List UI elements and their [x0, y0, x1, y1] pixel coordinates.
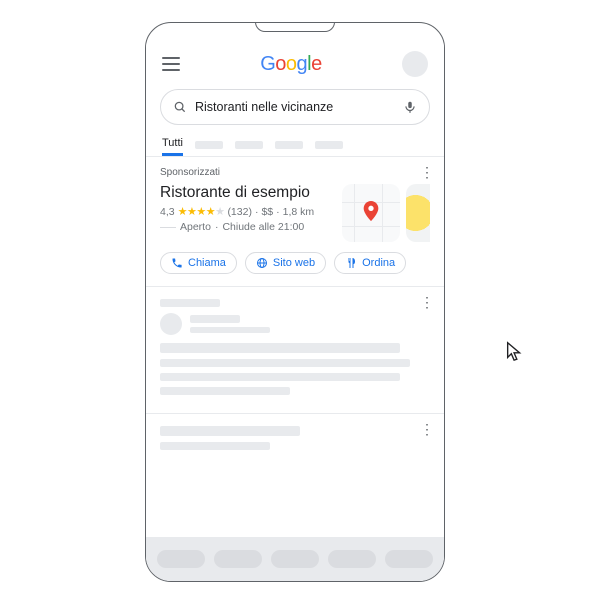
distance: 1,8 km — [283, 206, 315, 218]
tab-placeholder[interactable] — [275, 141, 303, 149]
decorative-dash — [160, 227, 176, 228]
website-button[interactable]: Sito web — [245, 252, 326, 274]
closes-text: Chiude alle 21:00 — [222, 221, 304, 233]
star-rating-icon: ★★★★★ — [178, 205, 225, 218]
tab-placeholder[interactable] — [195, 141, 223, 149]
website-label: Sito web — [273, 257, 315, 269]
search-tabs: Tutti — [146, 133, 444, 157]
search-query-text: Ristoranti nelle vicinanze — [195, 100, 395, 114]
map-thumbnail[interactable] — [342, 184, 400, 242]
phone-notch — [255, 22, 335, 32]
price-level: $$ — [261, 206, 273, 218]
tab-all[interactable]: Tutti — [162, 137, 183, 156]
separator-dot: · — [255, 206, 259, 218]
carousel-item[interactable] — [271, 550, 319, 568]
more-options-icon[interactable]: ⋮ — [420, 295, 434, 309]
account-avatar[interactable] — [402, 51, 428, 77]
call-button[interactable]: Chiama — [160, 252, 237, 274]
carousel-item[interactable] — [328, 550, 376, 568]
carousel-item[interactable] — [214, 550, 262, 568]
favicon-placeholder — [160, 313, 182, 335]
phone-frame: Google Ristoranti nelle vicinanze Tutti … — [145, 22, 445, 582]
search-icon — [173, 100, 187, 114]
menu-icon[interactable] — [162, 57, 180, 71]
bottom-carousel[interactable] — [146, 537, 444, 581]
map-pin-icon — [363, 201, 379, 221]
screen: Google Ristoranti nelle vicinanze Tutti … — [146, 43, 444, 581]
mouse-cursor-icon — [504, 340, 526, 362]
more-options-icon[interactable]: ⋮ — [420, 422, 434, 436]
app-header: Google — [146, 43, 444, 81]
result-placeholder: ⋮ — [146, 414, 444, 468]
tab-placeholder[interactable] — [315, 141, 343, 149]
tab-placeholder[interactable] — [235, 141, 263, 149]
carousel-item[interactable] — [385, 550, 433, 568]
hours-row: Aperto · Chiude alle 21:00 — [160, 221, 332, 233]
globe-icon — [256, 257, 268, 269]
call-label: Chiama — [188, 257, 226, 269]
more-options-icon[interactable]: ⋮ — [420, 165, 434, 179]
utensils-icon — [345, 257, 357, 269]
order-label: Ordina — [362, 257, 395, 269]
carousel-item[interactable] — [157, 550, 205, 568]
sponsored-label: Sponsorizzati — [160, 167, 430, 178]
rating-row: 4,3 ★★★★★ (132) · $$ · 1,8 km — [160, 205, 332, 218]
business-name[interactable]: Ristorante di esempio — [160, 184, 332, 202]
google-logo: Google — [260, 53, 322, 76]
rating-value: 4,3 — [160, 206, 175, 218]
phone-icon — [171, 257, 183, 269]
sponsored-business-card: Sponsorizzati ⋮ Ristorante di esempio 4,… — [146, 157, 444, 287]
separator-dot: · — [276, 206, 280, 218]
separator-dot: · — [215, 221, 219, 233]
review-count: (132) — [227, 206, 252, 218]
thumbnail-carousel[interactable] — [342, 184, 430, 242]
search-bar[interactable]: Ristoranti nelle vicinanze — [160, 89, 430, 125]
order-button[interactable]: Ordina — [334, 252, 406, 274]
mic-icon[interactable] — [403, 100, 417, 114]
open-status: Aperto — [180, 221, 211, 233]
action-chips: Chiama Sito web Ordina — [160, 252, 430, 274]
result-placeholder: ⋮ — [146, 287, 444, 414]
photo-thumbnail[interactable] — [406, 184, 430, 242]
